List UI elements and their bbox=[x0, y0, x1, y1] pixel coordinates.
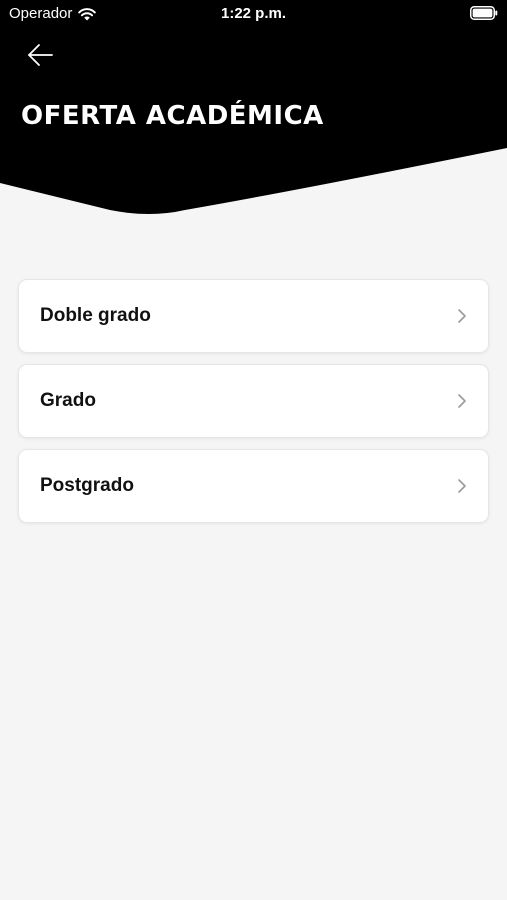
chevron-right-icon bbox=[458, 309, 466, 323]
list-item-label: Postgrado bbox=[40, 475, 134, 496]
arrow-left-icon bbox=[28, 44, 53, 66]
academic-offer-list: Doble grado Grado Postgrado bbox=[19, 280, 488, 535]
status-time: 1:22 p.m. bbox=[220, 5, 287, 22]
list-item-grado[interactable]: Grado bbox=[19, 365, 488, 437]
list-item-label: Doble grado bbox=[40, 305, 151, 326]
battery-icon bbox=[470, 6, 498, 20]
list-item-doble-grado[interactable]: Doble grado bbox=[19, 280, 488, 352]
list-item-postgrado[interactable]: Postgrado bbox=[19, 450, 488, 522]
chevron-right-icon bbox=[458, 394, 466, 408]
chevron-right-icon bbox=[458, 479, 466, 493]
page-title: OFERTA ACADÉMICA bbox=[21, 101, 324, 131]
list-item-label: Grado bbox=[40, 390, 96, 411]
back-button[interactable] bbox=[20, 38, 60, 72]
status-bar: Operador 1:22 p.m. bbox=[0, 0, 507, 28]
